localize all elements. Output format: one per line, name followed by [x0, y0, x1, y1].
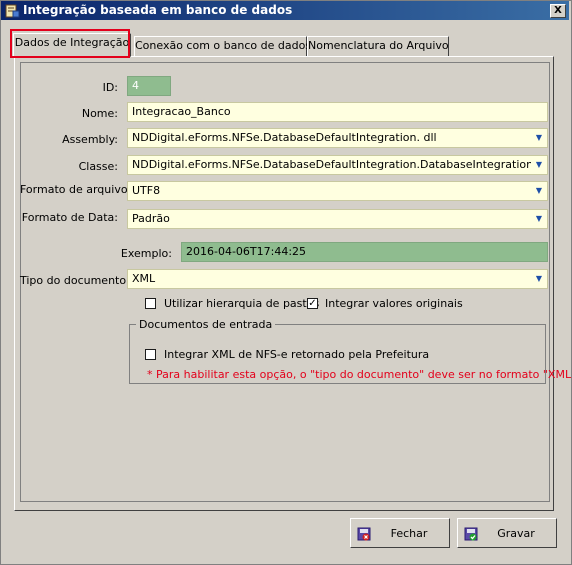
- classe-label: Classe:: [78, 160, 118, 173]
- tab-conexao[interactable]: Conexão com o banco de dados: [134, 36, 311, 57]
- integrar-xml-label[interactable]: Integrar XML de NFS-e retornado pela Pre…: [164, 348, 429, 361]
- classe-select[interactable]: NDDigital.eForms.NFSe.DatabaseDefaultInt…: [127, 155, 548, 175]
- formato-data-value: Padrão: [132, 212, 170, 225]
- formato-data-select[interactable]: Padrão: [127, 209, 548, 229]
- formato-arquivo-select[interactable]: UTF8: [127, 181, 548, 201]
- id-field: 4: [127, 76, 171, 96]
- window-title: Integração baseada em banco de dados: [23, 3, 293, 17]
- gravar-label: Gravar: [497, 527, 535, 540]
- exemplo-label: Exemplo:: [120, 247, 172, 260]
- tab-highlight-box: [10, 29, 130, 58]
- assembly-select[interactable]: NDDigital.eForms.NFSe.DatabaseDefaultInt…: [127, 128, 548, 148]
- assembly-label: Assembly:: [62, 133, 118, 146]
- formato-arquivo-value: UTF8: [132, 184, 161, 197]
- tipo-documento-select[interactable]: XML: [127, 269, 548, 289]
- exemplo-field: 2016-04-06T17:44:25: [181, 242, 548, 262]
- chevron-down-icon[interactable]: ▼: [531, 210, 547, 228]
- database-integration-icon: [5, 3, 20, 18]
- id-label: ID:: [102, 81, 118, 94]
- gravar-button[interactable]: Gravar: [457, 518, 557, 548]
- assembly-value: NDDigital.eForms.NFSe.DatabaseDefaultInt…: [132, 131, 437, 144]
- chevron-down-icon[interactable]: ▼: [531, 129, 547, 147]
- formato-arquivo-label: Formato de arquivo:: [20, 183, 132, 196]
- close-button[interactable]: X: [550, 4, 566, 18]
- format-note: * Para habilitar esta opção, o "tipo do …: [147, 368, 572, 381]
- tipo-documento-label: Tipo do documento:: [20, 274, 130, 287]
- title-bar[interactable]: Integração baseada em banco de dados X: [1, 1, 569, 20]
- hierarquia-label[interactable]: Utilizar hierarquia de pastas: [164, 297, 319, 310]
- fechar-button[interactable]: Fechar: [350, 518, 450, 548]
- classe-value: NDDigital.eForms.NFSe.DatabaseDefaultInt…: [132, 158, 548, 171]
- chevron-down-icon[interactable]: ▼: [531, 156, 547, 174]
- nome-input[interactable]: Integracao_Banco: [127, 102, 548, 122]
- chevron-down-icon[interactable]: ▼: [531, 182, 547, 200]
- fechar-label: Fechar: [390, 527, 428, 540]
- tab-label: Conexão com o banco de dados: [135, 39, 312, 52]
- nome-label: Nome:: [81, 107, 118, 120]
- valores-originais-checkbox[interactable]: ✓: [307, 298, 318, 309]
- integrar-xml-checkbox[interactable]: [145, 349, 156, 360]
- tipo-documento-value: XML: [132, 272, 156, 285]
- valores-originais-label[interactable]: Integrar valores originais: [325, 297, 463, 310]
- chevron-down-icon[interactable]: ▼: [531, 270, 547, 288]
- tab-label: Nomenclatura do Arquivo: [308, 39, 449, 52]
- tab-nomenclatura[interactable]: Nomenclatura do Arquivo: [307, 36, 449, 57]
- hierarquia-checkbox[interactable]: [145, 298, 156, 309]
- formato-data-label: Formato de Data:: [21, 211, 118, 224]
- documentos-entrada-title: Documentos de entrada: [136, 318, 276, 331]
- close-icon: X: [554, 5, 562, 16]
